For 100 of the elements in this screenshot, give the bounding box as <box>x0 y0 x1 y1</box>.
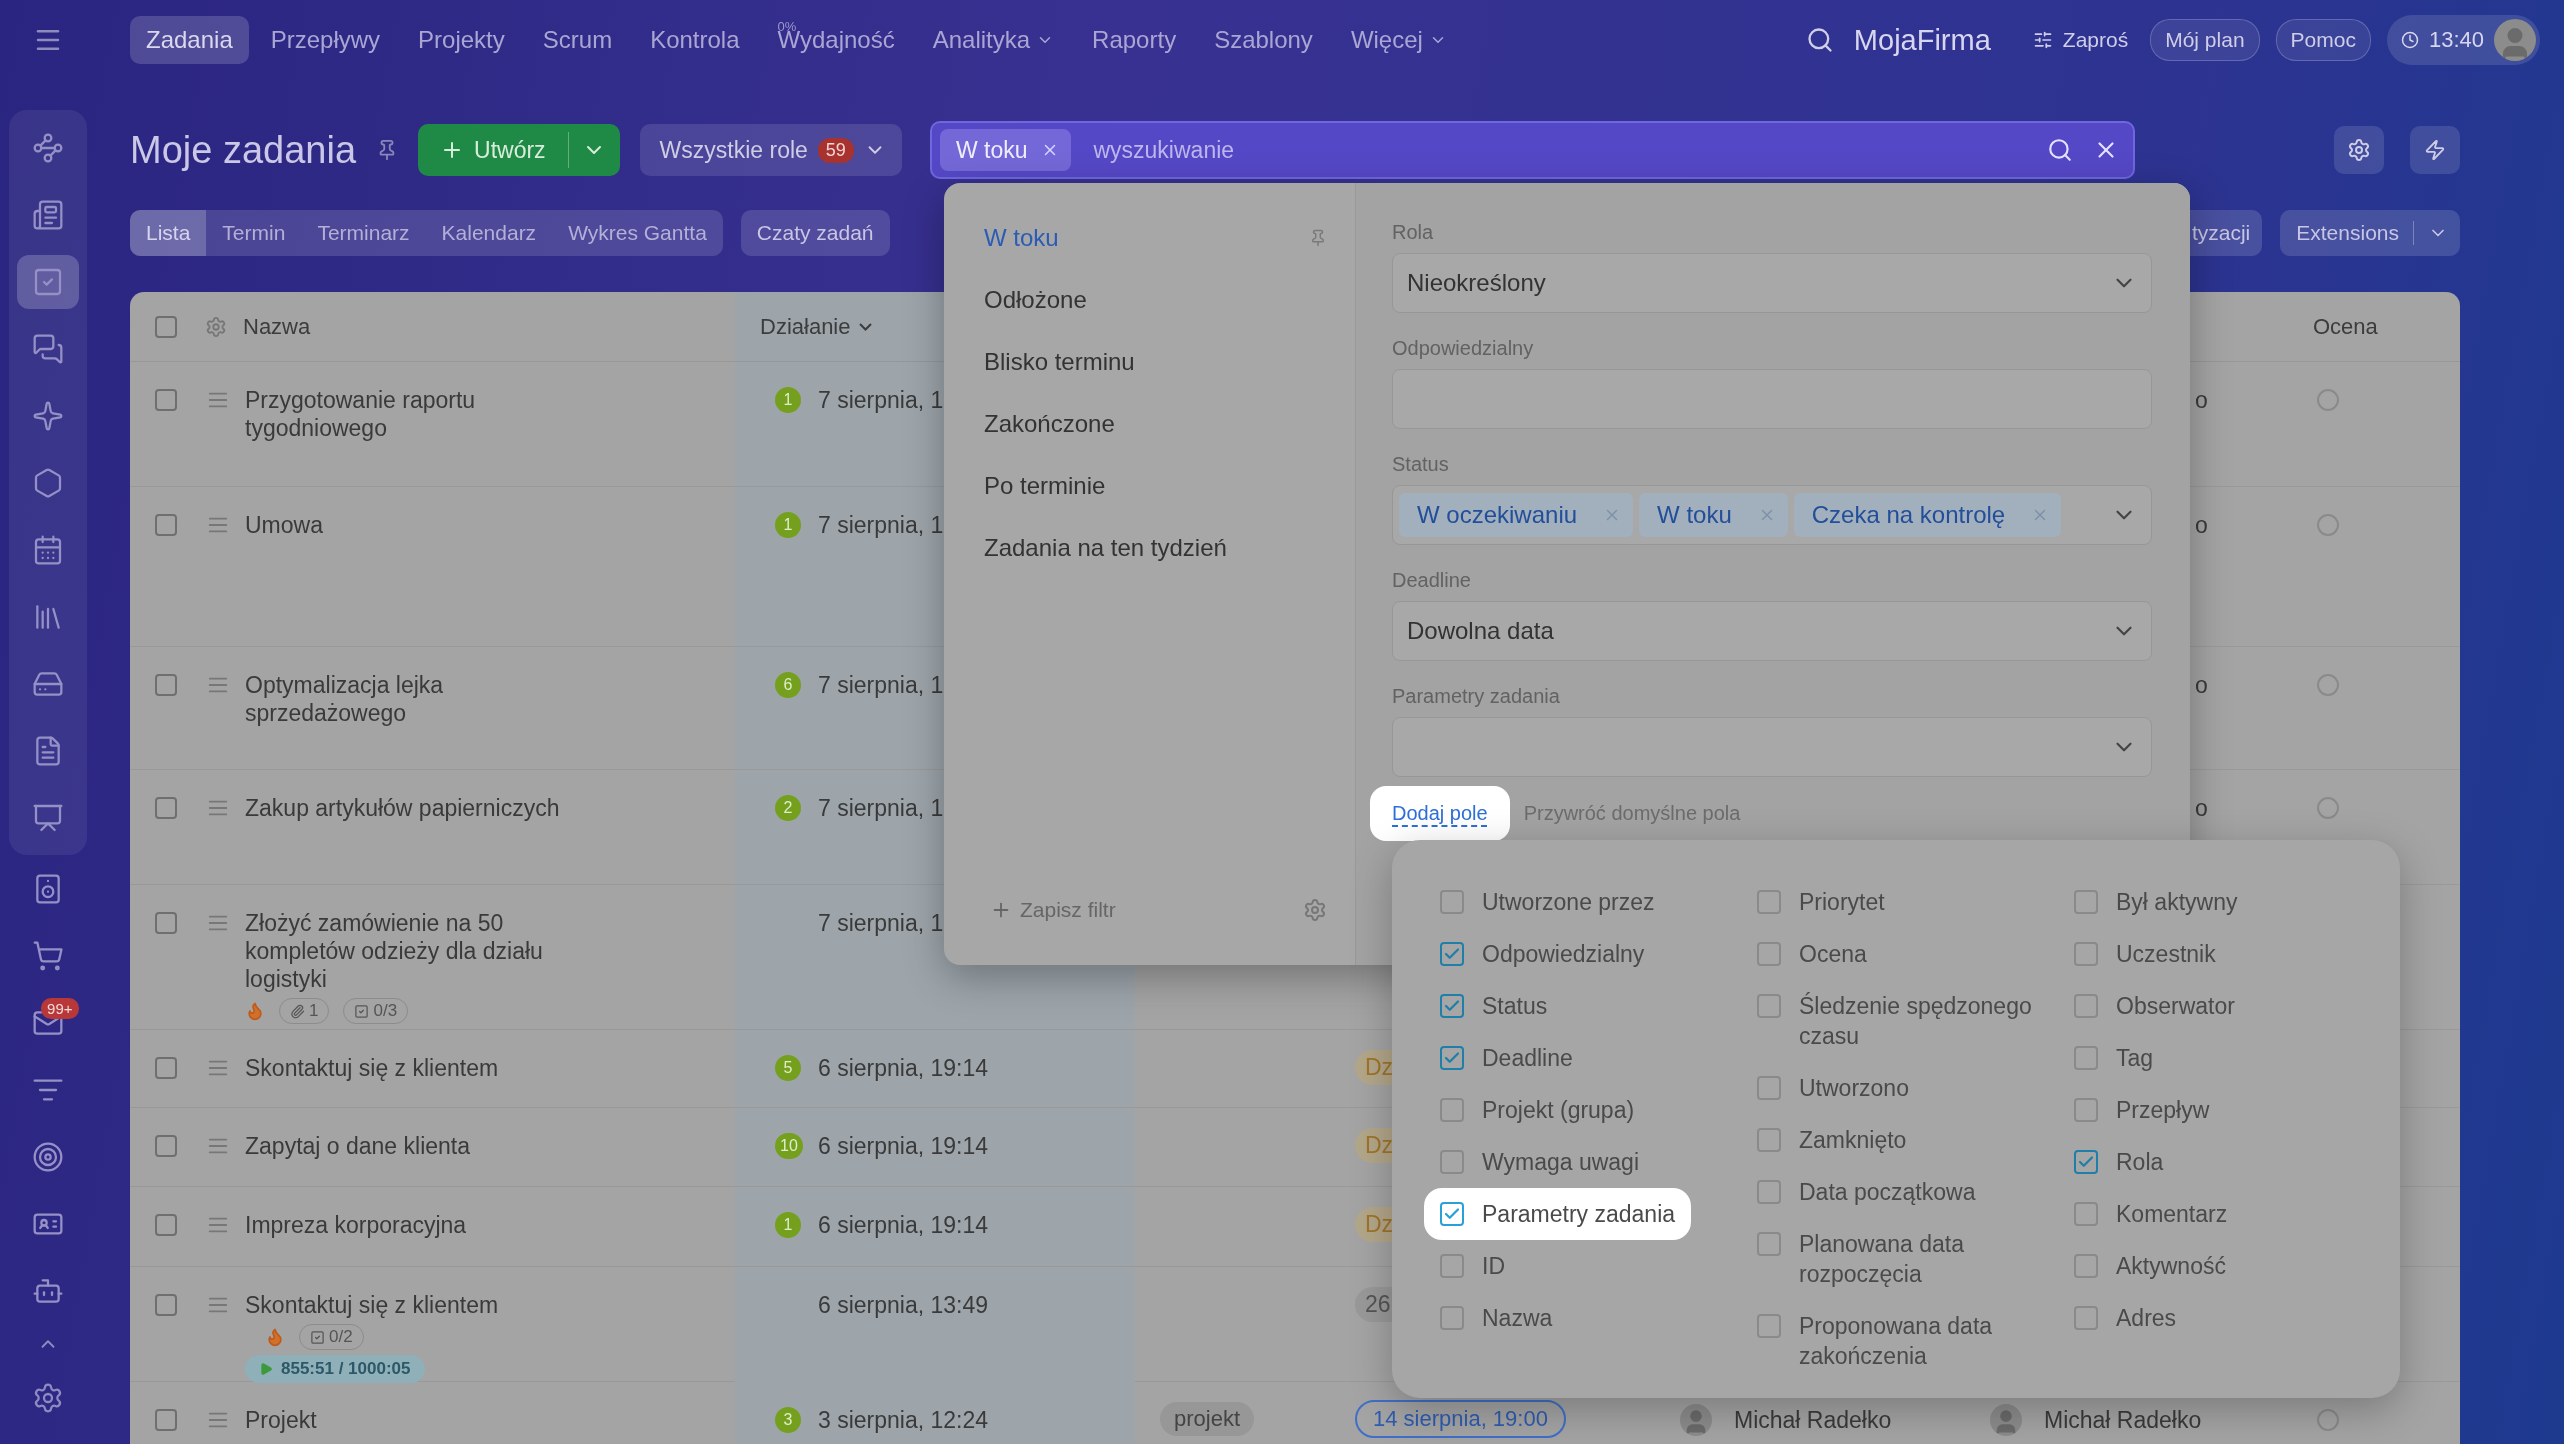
checkbox[interactable] <box>1440 1254 1464 1278</box>
select-field[interactable] <box>1392 717 2152 777</box>
checkbox[interactable] <box>2074 1150 2098 1174</box>
checkbox[interactable] <box>155 514 177 536</box>
nav-tab[interactable]: Raporty <box>1076 16 1193 64</box>
field-option[interactable]: Nazwa <box>1424 1292 1569 1344</box>
column-header[interactable]: Ocena <box>2313 313 2378 340</box>
field-option[interactable]: Zamknięto <box>1741 1114 1923 1166</box>
nav-tab[interactable]: Scrum <box>526 16 629 64</box>
task-name[interactable]: Skontaktuj się z klientem <box>245 1054 595 1082</box>
roles-button[interactable]: Wszystkie role 59 <box>639 124 902 176</box>
view-tab[interactable]: Terminarz <box>301 210 426 256</box>
checkbox[interactable] <box>1440 1202 1464 1226</box>
view-tab[interactable]: Termin <box>206 210 302 256</box>
field-option[interactable]: Rola <box>2058 1136 2180 1188</box>
search-icon[interactable] <box>2046 137 2073 163</box>
checkbox[interactable] <box>155 912 177 934</box>
checkbox[interactable] <box>155 1409 177 1431</box>
field-option[interactable]: Utworzono <box>1741 1062 1925 1114</box>
field-option[interactable]: Deadline <box>1424 1032 1589 1084</box>
field-option[interactable]: Status <box>1424 980 1564 1032</box>
filter-preset[interactable]: Po terminie <box>944 455 1355 517</box>
rating-radio[interactable] <box>2317 1409 2339 1431</box>
sidebar-button[interactable] <box>16 254 79 309</box>
checkbox[interactable] <box>2074 1046 2098 1070</box>
filter-preset[interactable]: Blisko terminu <box>944 331 1355 393</box>
checkbox[interactable] <box>155 797 177 819</box>
search-field[interactable]: W toku wyszukiwanie <box>929 121 2135 179</box>
field-option[interactable]: Wymaga uwagi <box>1424 1136 1656 1188</box>
nav-tab[interactable]: Przepływy <box>254 16 397 64</box>
select-field[interactable]: Dowolna data <box>1392 601 2152 661</box>
chats-button[interactable]: Czaty zadań <box>740 210 890 256</box>
checkbox[interactable] <box>2074 1202 2098 1226</box>
checkbox[interactable] <box>2074 942 2098 966</box>
checkbox[interactable] <box>155 1294 177 1316</box>
view-tab[interactable]: Kalendarz <box>425 210 553 256</box>
settings-icon[interactable] <box>205 315 227 338</box>
field-option[interactable]: Projekt (grupa) <box>1424 1084 1651 1136</box>
checkbox[interactable] <box>1440 890 1464 914</box>
checkbox[interactable] <box>155 1214 177 1236</box>
plan-button[interactable]: Mój plan <box>2150 19 2260 61</box>
field-option[interactable]: Priorytet <box>1741 876 1901 928</box>
task-name[interactable]: Projekt <box>245 1406 595 1434</box>
settings-icon[interactable] <box>1303 898 1327 922</box>
time-tracker[interactable]: 855:51 / 1000:05 <box>245 1355 425 1383</box>
checkbox[interactable] <box>2074 1098 2098 1122</box>
field-option[interactable]: Odpowiedzialny <box>1424 928 1661 980</box>
nav-tab[interactable]: Szablony <box>1198 16 1329 64</box>
select-field[interactable]: Nieokreślony <box>1392 253 2152 313</box>
field-option[interactable]: Uczestnik <box>2058 928 2232 980</box>
filter-preset[interactable]: Zadania na ten tydzień <box>944 517 1355 579</box>
project-tag[interactable]: projekt <box>1160 1402 1255 1436</box>
checkbox[interactable] <box>1757 890 1781 914</box>
save-filter-button[interactable]: Zapisz filtr <box>984 897 1122 923</box>
column-header[interactable]: Działanie <box>760 313 872 340</box>
rating-radio[interactable] <box>2317 389 2339 411</box>
nav-tab[interactable]: Projekty <box>402 16 521 64</box>
task-name[interactable]: Zakup artykułów papierniczych <box>245 794 595 822</box>
checkbox[interactable] <box>1757 1076 1781 1100</box>
checkbox[interactable] <box>155 674 177 696</box>
person-name[interactable]: Michał Radełko <box>1734 1406 1892 1434</box>
rating-radio[interactable] <box>2317 797 2339 819</box>
field-option[interactable]: Parametry zadania <box>1424 1188 1692 1240</box>
checkbox[interactable] <box>1440 1046 1464 1070</box>
person-name[interactable]: Michał Radełko <box>2044 1406 2202 1434</box>
task-name[interactable]: Umowa <box>245 511 595 539</box>
task-name[interactable]: Złożyć zamówienie na 50 kompletów odzieży dla działu logistyki <box>245 909 595 993</box>
field-option[interactable]: Ocena <box>1741 928 1883 980</box>
extensions-button[interactable]: Extensions <box>2280 210 2460 256</box>
column-header[interactable]: Nazwa <box>243 313 311 340</box>
checkbox[interactable] <box>1440 1306 1464 1330</box>
checkbox[interactable] <box>1440 1098 1464 1122</box>
checkbox[interactable] <box>2074 890 2098 914</box>
checkbox[interactable] <box>155 1135 177 1157</box>
checkbox[interactable] <box>155 389 177 411</box>
field-option[interactable]: ID <box>1424 1240 1521 1292</box>
checkbox[interactable] <box>1440 1150 1464 1174</box>
field-option[interactable]: Był aktywny <box>2058 876 2254 928</box>
task-name[interactable]: Skontaktuj się z klientem <box>245 1291 595 1319</box>
task-name[interactable]: Zapytaj o dane klienta <box>245 1132 595 1160</box>
nav-tab[interactable]: Kontrola <box>634 16 756 64</box>
checkbox[interactable] <box>1757 1128 1781 1152</box>
deadline-pill[interactable]: 14 sierpnia, 19:00 <box>1355 1400 1566 1438</box>
checkbox[interactable] <box>1757 1180 1781 1204</box>
view-tab[interactable]: Wykres Gantta <box>552 210 723 256</box>
multiselect-field[interactable]: W oczekiwaniu W toku Czeka na kontrolę <box>1392 485 2152 545</box>
filter-preset[interactable]: Odłożone <box>944 269 1355 331</box>
checkbox[interactable] <box>2074 1254 2098 1278</box>
invite-button[interactable]: Zaproś <box>2026 27 2135 53</box>
checkbox[interactable] <box>1440 942 1464 966</box>
lightning-button[interactable] <box>2410 126 2460 174</box>
add-field-link[interactable]: Dodaj pole <box>1370 786 1510 841</box>
checkbox[interactable] <box>2074 1306 2098 1330</box>
filter-preset[interactable]: W toku <box>944 207 1355 269</box>
nav-tab[interactable]: Więcej <box>1334 16 1463 64</box>
task-name[interactable]: Impreza korporacyjna <box>245 1211 595 1239</box>
checkbox[interactable] <box>155 1057 177 1079</box>
checkbox[interactable] <box>1757 1232 1781 1256</box>
checkbox[interactable] <box>1757 942 1781 966</box>
rating-radio[interactable] <box>2317 514 2339 536</box>
